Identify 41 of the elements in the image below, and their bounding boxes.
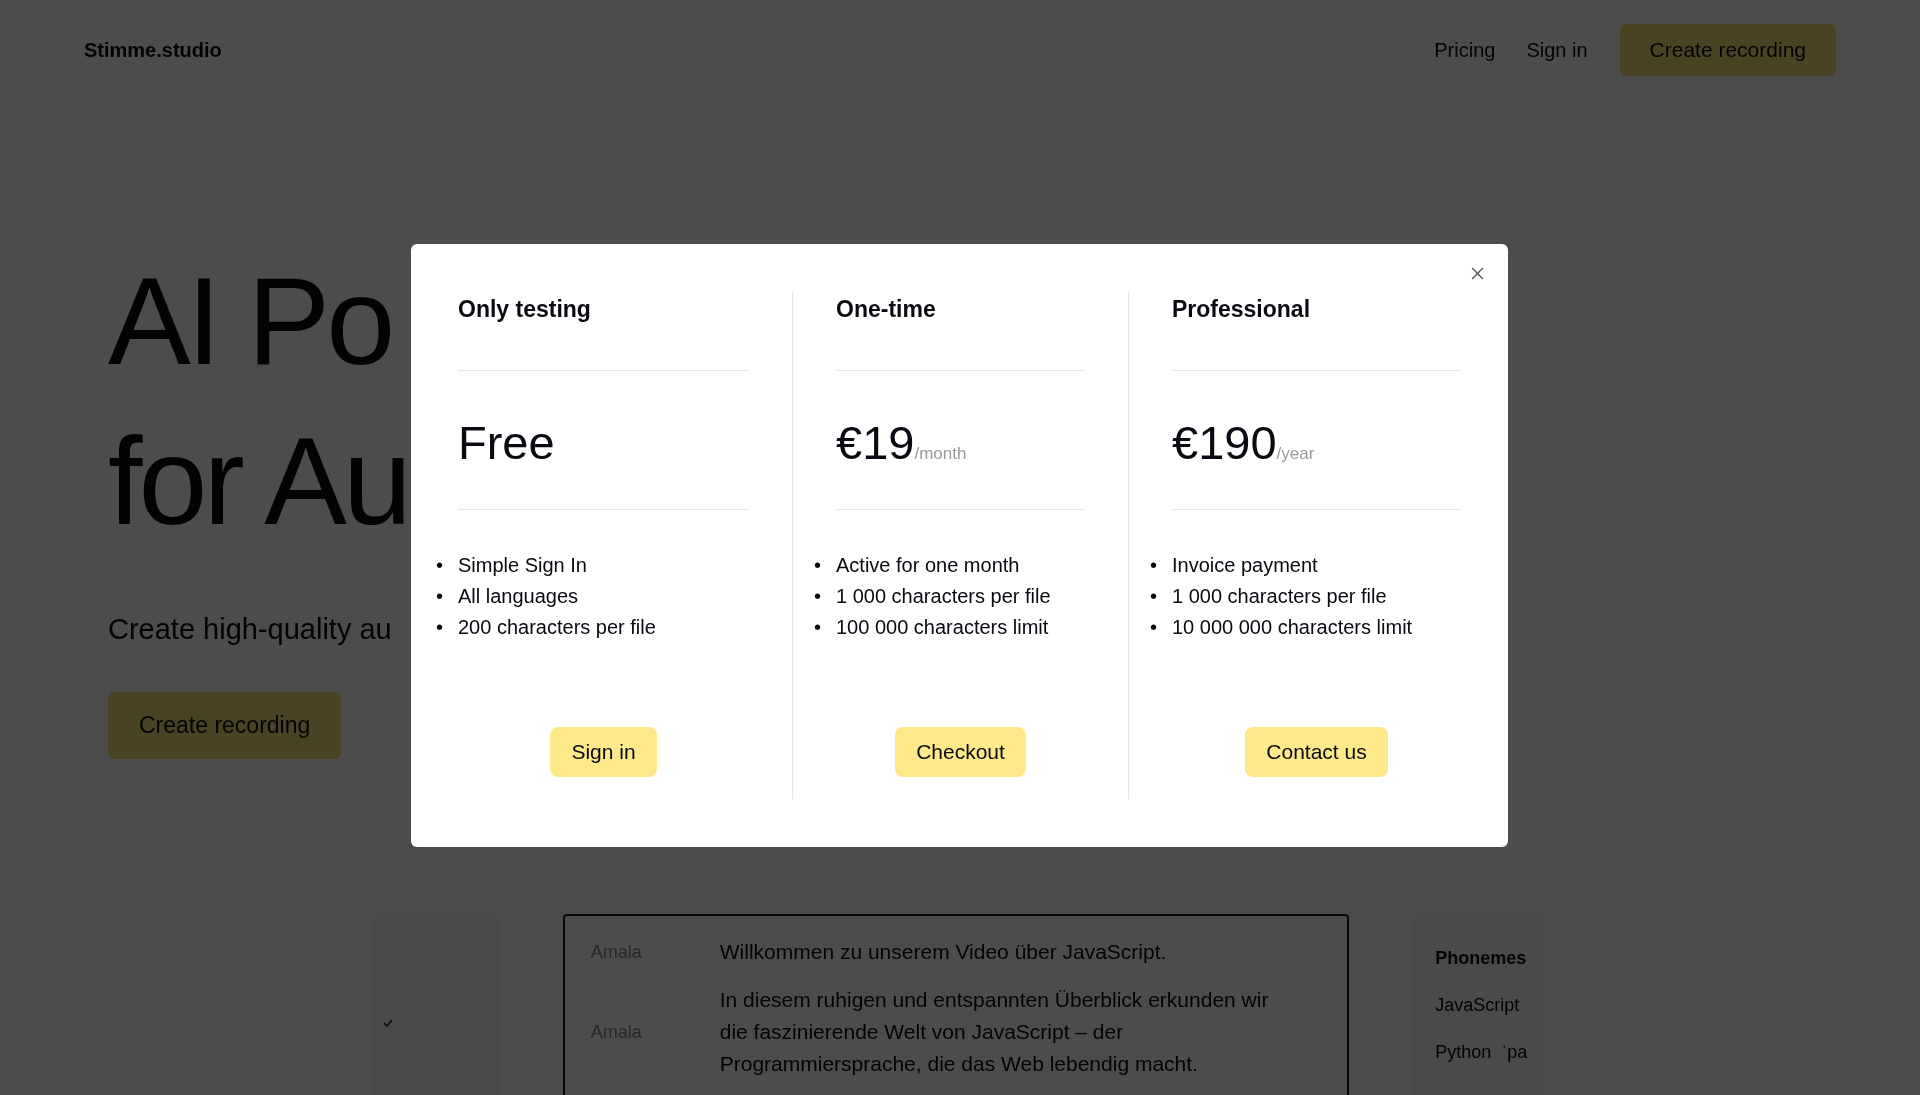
feature-item: 200 characters per file (458, 615, 656, 640)
plan-button[interactable]: Checkout (895, 727, 1026, 777)
hero-heading: AI Po (108, 251, 392, 392)
feature-item: 1 000 characters per file (1172, 584, 1387, 609)
phoneme-word: JavaScript (1435, 995, 1520, 1016)
hero-subtitle: Create high-quality au (108, 613, 392, 646)
hero-heading: for Au (108, 411, 408, 552)
bullet-mark: • (814, 584, 822, 609)
phoneme-ipa: ˈpa (1501, 1042, 1528, 1063)
script-text: In diesem ruhigen und entspannten Überblick erkunden wir die faszinierende Welt von JavaScript – der Programmiersprache, die das Web lebendig macht. (719, 987, 1270, 1077)
bullet-mark: • (1150, 584, 1158, 609)
plan-name: One-time (836, 296, 937, 324)
plan-button[interactable]: Contact us (1245, 727, 1388, 777)
panel-title: Phonemes (1435, 948, 1528, 969)
billing-period: /month (914, 444, 967, 464)
feature-item: All languages (458, 584, 579, 609)
feature-item: Active for one month (836, 553, 1020, 578)
bullet-mark: • (814, 553, 822, 578)
plan-price: Free (458, 415, 555, 470)
plan-price: €19 (836, 415, 915, 470)
bullet-mark: • (436, 615, 444, 640)
bullet-mark: • (1150, 615, 1158, 640)
bullet-mark: • (814, 615, 822, 640)
billing-period: /year (1276, 444, 1315, 464)
feature-item: Invoice payment (1172, 553, 1318, 578)
nav-link[interactable]: Sign in (1526, 38, 1588, 62)
phoneme-word: Python (1435, 1042, 1492, 1063)
feature-item: 10 000 000 characters limit (1172, 615, 1413, 640)
script-text: Willkommen zu unserem Video über JavaScript. (719, 939, 1168, 965)
plan-button[interactable]: Sign in (550, 727, 657, 777)
feature-item: Simple Sign In (458, 553, 587, 578)
feature-item: 100 000 characters limit (836, 615, 1049, 640)
plan-name: Professional (1172, 296, 1312, 324)
bullet-mark: • (436, 584, 444, 609)
feature-item: 1 000 characters per file (836, 584, 1051, 609)
bullet-mark: • (436, 553, 444, 578)
close-icon[interactable] (1471, 267, 1484, 280)
bullet-mark: • (1150, 553, 1158, 578)
nav-link[interactable]: Pricing (1434, 38, 1496, 62)
plan-price: €190 (1172, 415, 1277, 470)
plan-name: Only testing (458, 296, 592, 324)
